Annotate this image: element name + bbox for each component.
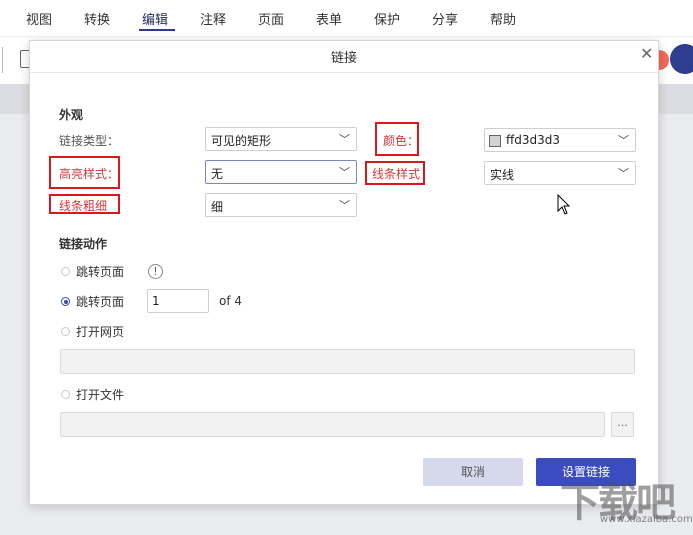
line-width-value: 细: [211, 200, 224, 214]
open-web-label[interactable]: 打开网页: [76, 323, 124, 340]
page-number-input[interactable]: 1: [147, 289, 209, 313]
menu-help[interactable]: 帮助: [490, 9, 516, 28]
web-url-input[interactable]: [60, 349, 635, 374]
menu-view[interactable]: 视图: [26, 9, 52, 28]
menu-bar: 视图 转换 编辑 注释 页面 表单 保护 分享 帮助: [0, 0, 693, 36]
line-style-value: 实线: [490, 168, 515, 182]
link-type-select[interactable]: 可见的矩形 ﹀: [205, 127, 357, 151]
color-swatch: [489, 135, 501, 147]
color-value: ffd3d3d3: [506, 133, 561, 147]
menu-convert[interactable]: 转换: [84, 9, 110, 28]
highlight-box-line-width: [49, 194, 120, 214]
mouse-cursor-icon: [557, 194, 571, 215]
appearance-section-title: 外观: [59, 108, 84, 122]
menu-protect[interactable]: 保护: [374, 9, 400, 28]
open-file-radio[interactable]: [61, 390, 70, 399]
watermark-url: www.xiazaiba.com: [600, 514, 693, 525]
user-avatar[interactable]: [670, 44, 693, 74]
highlight-style-select[interactable]: 无 ﹀: [205, 160, 357, 184]
highlight-box-highlight-style: [49, 156, 120, 189]
chevron-down-icon: ﹀: [618, 167, 629, 180]
chevron-down-icon: ﹀: [339, 199, 350, 212]
title-divider: [30, 72, 658, 73]
menu-form[interactable]: 表单: [316, 9, 342, 28]
highlight-style-value: 无: [211, 167, 224, 181]
highlight-box-color: [375, 122, 419, 156]
cancel-button[interactable]: 取消: [423, 458, 523, 486]
goto-page-radio-1[interactable]: [61, 267, 70, 276]
highlight-box-line-style: [365, 161, 425, 185]
line-style-select[interactable]: 实线 ﹀: [484, 161, 636, 185]
toolbar-divider: [2, 47, 3, 73]
menu-annotate[interactable]: 注释: [200, 9, 226, 28]
link-type-value: 可见的矩形: [211, 134, 272, 148]
line-width-select[interactable]: 细 ﹀: [205, 193, 357, 217]
menu-page[interactable]: 页面: [258, 9, 284, 28]
chevron-down-icon: ﹀: [339, 166, 350, 179]
info-icon[interactable]: !: [148, 264, 163, 279]
open-web-radio[interactable]: [61, 327, 70, 336]
close-icon[interactable]: ✕: [640, 44, 653, 63]
goto-page-radio-2[interactable]: [61, 297, 70, 306]
link-action-section-title: 链接动作: [59, 237, 108, 251]
page-count-text: of 4: [219, 294, 243, 308]
page-number-value: 1: [152, 294, 160, 308]
chevron-down-icon: ﹀: [339, 133, 350, 146]
link-type-label: 链接类型：: [59, 134, 120, 148]
menu-edit[interactable]: 编辑: [142, 9, 168, 28]
dialog-title: 链接: [330, 51, 357, 66]
menu-active-underline: [139, 29, 175, 31]
goto-page-label-1[interactable]: 跳转页面: [76, 263, 124, 280]
goto-page-label-2[interactable]: 跳转页面: [76, 293, 124, 310]
link-dialog: 链接 ✕ 外观 链接类型： 可见的矩形 ﹀ 颜色： ffd3d3d3 ﹀ 高亮样…: [29, 40, 659, 505]
file-path-input[interactable]: [60, 412, 605, 437]
menu-share[interactable]: 分享: [432, 9, 458, 28]
browse-file-button[interactable]: ...: [611, 412, 634, 437]
chevron-down-icon: ﹀: [618, 134, 629, 147]
open-file-label[interactable]: 打开文件: [76, 386, 124, 403]
color-select[interactable]: ffd3d3d3 ﹀: [484, 128, 636, 152]
